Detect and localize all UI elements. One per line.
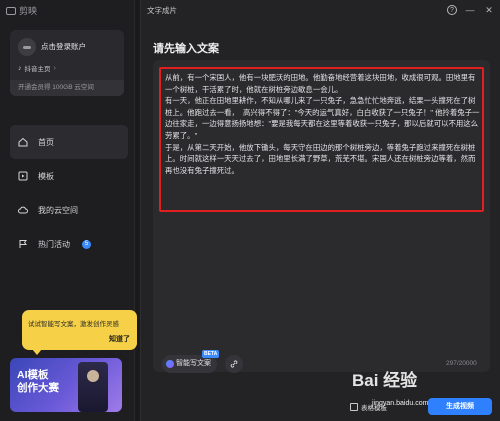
- page-title: 请先输入文案: [153, 43, 219, 55]
- sidebar-item-events[interactable]: 热门活动 5: [10, 227, 128, 261]
- promo-image: [78, 362, 108, 412]
- insert-link-button[interactable]: [225, 355, 243, 373]
- text-selection-highlight: [159, 67, 484, 212]
- promo-title: AI模板 创作大赛: [17, 369, 59, 395]
- watermark-url: jingyan.baidu.com: [372, 400, 429, 407]
- sidebar-item-label: 我的云空间: [38, 205, 78, 215]
- dialog-titlebar: 文字成片 ? — ✕: [141, 0, 500, 20]
- sidebar-item-label: 模板: [38, 171, 54, 181]
- sidebar: 剪映 点击登录账户 ♪ 抖音主页 › 开通会员得 100GB 云空间 首页 模板: [0, 0, 135, 421]
- sidebar-item-template[interactable]: 模板: [10, 159, 128, 193]
- sidebar-item-label: 首页: [38, 137, 54, 147]
- dialog-window-title: 文字成片: [147, 6, 177, 15]
- chevron-right-icon: ›: [53, 64, 56, 72]
- vip-upsell[interactable]: 开通会员得 100GB 云空间: [10, 80, 124, 96]
- script-text-area[interactable]: 从前，有一个宋国人，他有一块肥沃的田地。他勤奋地经营着这块田地，收成很可观。田地…: [153, 60, 490, 372]
- avatar[interactable]: [18, 38, 36, 56]
- table-icon: [350, 402, 358, 411]
- login-link[interactable]: 点击登录账户: [41, 41, 86, 52]
- generate-video-button[interactable]: 生成视频: [428, 398, 492, 415]
- douyin-icon: ♪: [18, 64, 22, 72]
- promo-line-2: 创作大赛: [17, 382, 59, 394]
- app-logo-icon: [6, 6, 16, 15]
- app-name: 剪映: [19, 6, 38, 16]
- home-icon: [18, 137, 28, 147]
- sidebar-item-label: 热门活动: [38, 239, 70, 249]
- app-logo: 剪映: [6, 4, 37, 17]
- template-icon: [18, 171, 28, 181]
- promo-line-1: AI模板: [17, 369, 49, 381]
- beta-badge: BETA: [202, 350, 220, 358]
- close-button[interactable]: ✕: [483, 4, 495, 16]
- help-icon[interactable]: ?: [447, 5, 457, 15]
- ai-write-label: 智能写文案: [176, 360, 211, 367]
- character-count: 297/20000: [446, 360, 477, 367]
- ai-template-contest-banner[interactable]: AI模板 创作大赛: [10, 358, 122, 412]
- events-count-badge: 5: [82, 239, 91, 249]
- sidebar-item-cloud[interactable]: 我的云空间: [10, 193, 128, 227]
- douyin-label: 抖音主页: [24, 66, 51, 73]
- baidu-jingyan-watermark: Bai 经验: [352, 371, 418, 390]
- link-icon: [230, 360, 238, 368]
- cloud-icon: [18, 206, 28, 214]
- douyin-homepage-link[interactable]: ♪ 抖音主页 ›: [18, 63, 56, 74]
- tip-dismiss-button[interactable]: 知道了: [109, 334, 130, 344]
- minimize-button[interactable]: —: [464, 4, 476, 16]
- ai-write-tip-bubble: 试试智能写文案，激发创作灵感 知道了: [22, 310, 137, 355]
- tip-text: 试试智能写文案，激发创作灵感: [28, 321, 119, 328]
- account-card: 点击登录账户 ♪ 抖音主页 › 开通会员得 100GB 云空间: [10, 30, 124, 96]
- sidebar-item-home[interactable]: 首页: [10, 125, 128, 159]
- ai-spark-icon: [166, 360, 174, 368]
- flag-icon: [19, 240, 27, 248]
- sidebar-nav: 首页 模板 我的云空间 热门活动 5: [10, 125, 128, 261]
